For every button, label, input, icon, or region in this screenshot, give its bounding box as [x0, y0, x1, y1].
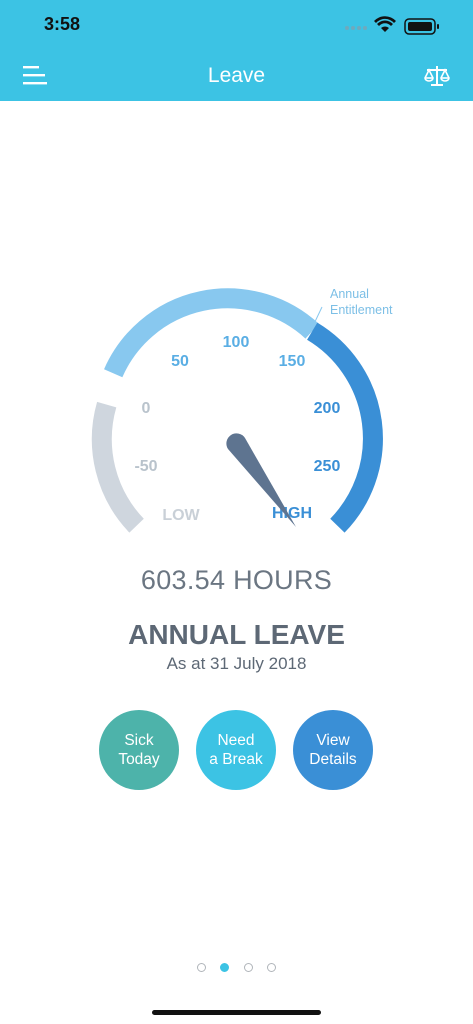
high-label: HIGH [272, 505, 312, 522]
page-dot-2[interactable] [220, 963, 230, 973]
action-buttons: Sick Today Need a Break View Details [0, 710, 473, 792]
leave-type-title: ANNUAL LEAVE [128, 619, 345, 650]
page-dot-3[interactable] [243, 963, 253, 973]
entitlement-label-line1: Annual [330, 287, 369, 301]
scales-icon [424, 66, 450, 86]
header-bar: 3:58 Leave [0, 0, 473, 101]
page-title: Leave [207, 64, 266, 87]
scale-label-50: 50 [171, 353, 189, 370]
scale-label-minus-50: -50 [134, 458, 157, 475]
gauge-high-arc [306, 322, 383, 533]
battery-icon [404, 18, 439, 35]
low-label: LOW [162, 507, 200, 524]
scale-label-0: 0 [142, 400, 151, 417]
entitlement-label-line2: Entitlement [330, 303, 393, 317]
home-indicator[interactable] [152, 1010, 321, 1015]
status-icons [345, 16, 439, 35]
status-time: 3:58 [44, 14, 81, 34]
view-details-button[interactable]: View Details [293, 710, 373, 790]
page-indicator [0, 959, 473, 977]
hours-balance: 603.54 HOURS [140, 565, 333, 595]
page-dot-1[interactable] [196, 963, 206, 973]
cellular-signal-icon [345, 26, 367, 30]
scale-label-150: 150 [279, 353, 306, 370]
gauge-negative-arc [91, 401, 144, 533]
scale-label-250: 250 [314, 458, 341, 475]
view-details-label: View Details [309, 732, 357, 768]
leave-gauge: Annual Entitlement -50 0 50 100 150 200 … [0, 270, 473, 560]
gauge-needle [226, 433, 296, 527]
scale-label-200: 200 [314, 400, 341, 417]
scales-button[interactable] [423, 62, 451, 90]
sick-today-button[interactable]: Sick Today [99, 710, 179, 790]
scale-label-100: 100 [223, 334, 250, 351]
need-a-break-button[interactable]: Need a Break [196, 710, 276, 790]
as-at-date: As at 31 July 2018 [166, 654, 307, 673]
need-a-break-label: Need a Break [209, 732, 263, 768]
sick-today-label: Sick Today [118, 732, 160, 768]
page-dot-4[interactable] [267, 963, 277, 973]
wifi-icon [374, 16, 396, 32]
